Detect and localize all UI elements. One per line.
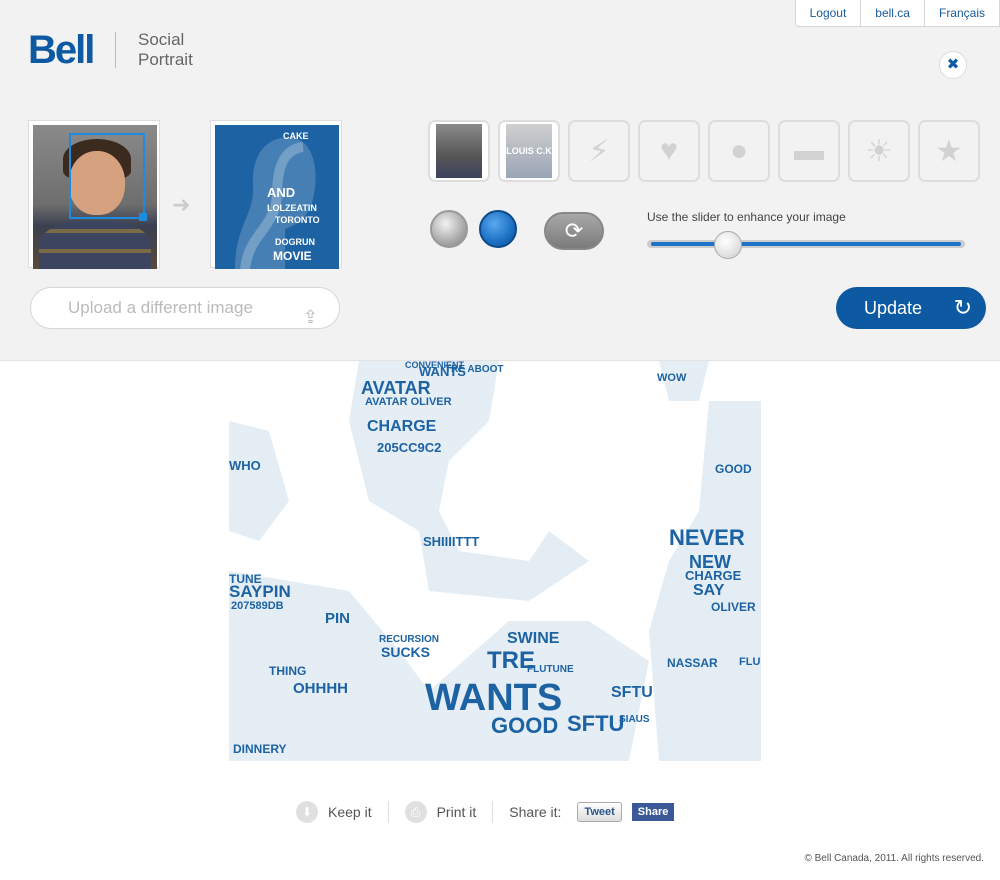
app-name: Social Portrait	[138, 30, 193, 70]
portrait-word: OLIVER	[711, 600, 756, 614]
portrait-word: SAY	[693, 582, 725, 599]
editor-panel: Logout bell.ca Français Bell Social Port…	[0, 0, 1000, 361]
portrait-word: SUCKS	[381, 644, 431, 660]
keep-it-button[interactable]: ⬇ Keep it	[296, 801, 372, 823]
portrait-word: AVATAR	[361, 378, 431, 398]
bell-ca-link[interactable]: bell.ca	[860, 0, 925, 27]
heart-icon: ♥	[660, 134, 678, 167]
portrait-word: NASSAR	[667, 656, 718, 670]
preview-word: AND	[267, 185, 296, 200]
refresh-icon: ↻	[953, 295, 972, 320]
update-label: Update	[864, 298, 923, 318]
color-blue-radio[interactable]	[479, 210, 517, 248]
preview-word: LOLZEATIN	[267, 203, 317, 213]
portrait-word: SIAUS	[619, 714, 650, 725]
portrait-word: 205CC9C2	[377, 440, 442, 455]
portrait-word: NEVER	[669, 525, 745, 550]
update-button[interactable]: Update ↻	[836, 287, 986, 329]
print-it-button[interactable]: ⎙ Print it	[404, 801, 477, 823]
portrait-word: GOOD	[491, 713, 559, 738]
portrait-word: FLU	[739, 656, 761, 668]
portrait-word: WHO	[229, 458, 261, 473]
portrait-word: CHARGE	[367, 418, 437, 435]
portrait-word: GOOD	[715, 462, 752, 476]
logo-divider	[115, 32, 116, 68]
portrait-word: SFTU	[611, 684, 653, 701]
lightning-icon: ⚡	[588, 134, 610, 168]
copyright: © Bell Canada, 2011. All rights reserved…	[804, 853, 984, 864]
portrait-word: SWINE	[507, 630, 560, 647]
logout-link[interactable]: Logout	[794, 0, 862, 27]
print-icon: ⎙	[404, 801, 427, 823]
color-grey-radio[interactable]	[430, 210, 468, 248]
social-portrait-image: AVATAR AVATAR OLIVER CHARGE 205CC9C2 TUN…	[229, 361, 761, 761]
top-links: Logout bell.ca Français	[794, 0, 1000, 27]
star-icon: ★	[935, 134, 963, 168]
francais-link[interactable]: Français	[923, 0, 1000, 27]
preview-word: MOVIE	[273, 249, 312, 263]
portrait-word: CONVENIENT	[405, 361, 465, 370]
thumb-heart[interactable]: ♥	[638, 120, 700, 182]
thumb-lightning[interactable]: ⚡	[568, 120, 630, 182]
tweet-button[interactable]: Tweet	[577, 802, 622, 822]
portrait-word: 207589DB	[231, 600, 284, 612]
download-icon: ⬇	[296, 801, 318, 823]
sun-icon: ☀	[865, 134, 893, 168]
speech-bubble-icon: ▬	[794, 134, 824, 167]
original-photo	[33, 125, 157, 269]
filter-thumbnails: LOUIS C.K ⚡ ♥ ● ▬ ☀ ★	[428, 120, 980, 182]
thumb-star[interactable]: ★	[918, 120, 980, 182]
app-name-line2: Portrait	[138, 50, 193, 69]
app-name-line1: Social	[138, 30, 185, 49]
share-label: Share it:	[509, 804, 562, 820]
slider-label: Use the slider to enhance your image	[647, 210, 846, 224]
portrait-word: SFTU	[567, 711, 625, 736]
thumb-circle[interactable]: ●	[708, 120, 770, 182]
upload-label: Upload a different image	[68, 298, 253, 317]
crop-resize-handle[interactable]	[139, 213, 147, 221]
portrait-word: SAYPIN	[229, 582, 291, 601]
portrait-word: FLUTUNE	[527, 664, 574, 675]
divider	[387, 801, 389, 823]
preview-word: TORONTO	[275, 215, 320, 225]
upload-different-image-button[interactable]: Upload a different image ⇪	[30, 287, 340, 329]
refresh-icon: ⟳	[564, 218, 584, 243]
bell-logo[interactable]: Bell	[28, 28, 95, 73]
preview-word: DOGRUN	[275, 237, 315, 247]
upload-image-icon: ⇪	[303, 307, 319, 327]
portrait-preview-frame: AND LOLZEATIN TORONTO MOVIE DOGRUN CAKE	[210, 120, 342, 269]
thumb-original[interactable]	[428, 120, 490, 182]
preview-word: CAKE	[283, 131, 309, 141]
portrait-word: CHARGE	[685, 568, 742, 583]
keep-it-label: Keep it	[328, 804, 372, 820]
thumb-louis-ck[interactable]: LOUIS C.K	[498, 120, 560, 182]
portrait-word: WANTS	[425, 677, 563, 719]
thumb-sun[interactable]: ☀	[848, 120, 910, 182]
close-button[interactable]: ✖	[939, 51, 967, 79]
enhance-slider[interactable]	[647, 231, 965, 259]
circle-icon: ●	[729, 134, 749, 167]
portrait-word: SHIIIITTT	[423, 534, 480, 549]
portrait-word: THING	[269, 664, 307, 678]
portrait-word: PIN	[325, 610, 351, 627]
divider	[492, 801, 494, 823]
slider-handle[interactable]	[714, 231, 742, 259]
portrait-word: AVATAR OLIVER	[365, 396, 452, 408]
invert-toggle[interactable]: ⟳	[544, 212, 604, 250]
portrait-word: WOW	[657, 372, 687, 384]
thumb-speech-bubble[interactable]: ▬	[778, 120, 840, 182]
slider-fill	[651, 242, 961, 246]
portrait-preview: AND LOLZEATIN TORONTO MOVIE DOGRUN CAKE	[215, 125, 339, 269]
portrait-word: OHHHH	[293, 680, 348, 697]
print-it-label: Print it	[436, 804, 477, 820]
action-bar: ⬇ Keep it ⎙ Print it Share it: Tweet Sha…	[296, 800, 675, 824]
original-photo-frame	[28, 120, 160, 269]
facebook-share-button[interactable]: Share	[631, 803, 675, 821]
portrait-word: DINNERY	[233, 742, 287, 756]
arrow-right-icon: ➜	[172, 192, 191, 217]
face-crop-box[interactable]	[69, 133, 147, 221]
